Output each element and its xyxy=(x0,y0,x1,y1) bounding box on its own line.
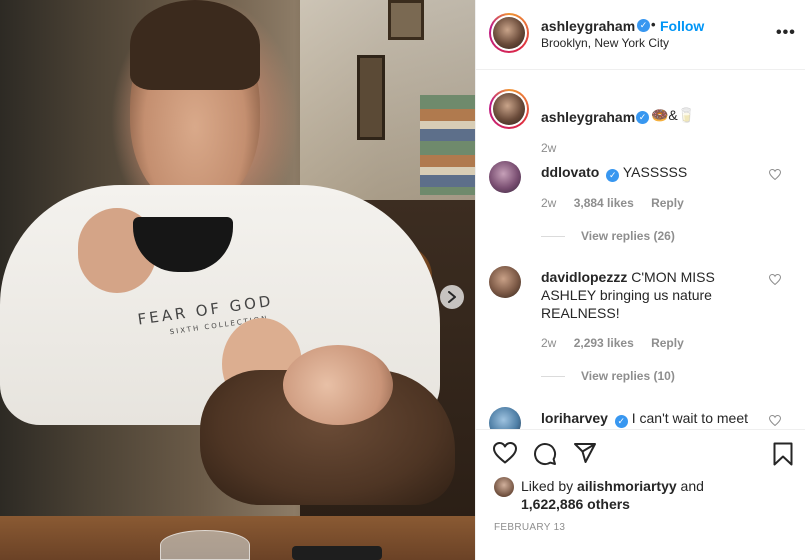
comment-username[interactable]: davidlopezzz xyxy=(541,269,627,285)
follow-button[interactable]: Follow xyxy=(660,18,704,34)
author-avatar[interactable] xyxy=(489,13,529,53)
heart-icon[interactable] xyxy=(769,169,781,180)
heart-icon[interactable] xyxy=(769,415,781,426)
comment-username[interactable]: ddlovato xyxy=(541,164,599,180)
comment-likes[interactable]: 3,884 likes xyxy=(574,196,634,210)
reply-button[interactable]: Reply xyxy=(651,196,684,210)
caption-avatar[interactable] xyxy=(489,89,529,129)
comment-meta: 2w 3,884 likes Reply xyxy=(541,196,698,210)
caption-username[interactable]: ashleygraham xyxy=(541,109,635,125)
view-replies-button[interactable]: View replies (26) xyxy=(541,229,675,243)
comment-body: ddlovato ✓ YASSSSS xyxy=(541,163,756,182)
more-options-button[interactable]: ••• xyxy=(776,24,796,42)
comment-icon[interactable] xyxy=(533,442,557,466)
verified-badge-icon: ✓ xyxy=(614,415,628,428)
view-replies-button[interactable]: View replies (10) xyxy=(541,369,675,383)
photo-person-hair xyxy=(130,0,260,90)
liker-avatar[interactable] xyxy=(494,477,514,497)
post-actions: Liked by ailishmoriartyy and 1,622,886 o… xyxy=(476,429,805,560)
comment-avatar[interactable] xyxy=(489,266,521,298)
comment-time: 2w xyxy=(541,336,557,350)
post-location[interactable]: Brooklyn, New York City xyxy=(541,36,669,50)
photo-frame xyxy=(357,55,385,140)
liked-by-text: Liked by ailishmoriartyy and 1,622,886 o… xyxy=(521,477,781,513)
comments-list[interactable]: ashleygraham ✓ 🍩&🥛 2w ddlovato ✓ YASSSSS… xyxy=(476,71,805,429)
post-sidebar: ashleygraham ✓ • Follow Brooklyn, New Yo… xyxy=(475,0,805,560)
next-photo-button[interactable] xyxy=(440,285,464,309)
bookmark-icon[interactable] xyxy=(773,442,793,466)
comment-username[interactable]: loriharvey xyxy=(541,410,608,426)
chevron-right-icon xyxy=(448,291,456,303)
replies-divider xyxy=(541,376,565,378)
comment-body: loriharvey ✓ I can't wait to meet xyxy=(541,409,771,428)
comment-avatar[interactable] xyxy=(489,407,521,429)
post-photo[interactable]: FEAR OF GOD SIXTH COLLECTION xyxy=(0,0,475,560)
comment-text: YASSSSS xyxy=(622,164,688,180)
heart-icon[interactable] xyxy=(493,442,517,464)
post-date[interactable]: FEBRUARY 13 xyxy=(494,522,565,533)
share-icon[interactable] xyxy=(573,442,597,464)
likes-count[interactable]: 1,622,886 others xyxy=(521,496,630,512)
view-replies-label: View replies (26) xyxy=(581,229,675,243)
reply-button[interactable]: Reply xyxy=(651,336,684,350)
post-header: ashleygraham ✓ • Follow Brooklyn, New Yo… xyxy=(476,0,805,70)
liked-by-prefix: Liked by xyxy=(521,478,574,494)
author-username[interactable]: ashleygraham xyxy=(541,18,635,34)
verified-badge-icon: ✓ xyxy=(637,19,650,32)
photo-books xyxy=(420,95,475,195)
liked-by-and: and xyxy=(680,478,704,494)
comment-avatar[interactable] xyxy=(489,161,521,193)
photo-frame xyxy=(388,0,424,40)
replies-divider xyxy=(541,236,565,238)
verified-badge-icon: ✓ xyxy=(636,111,649,124)
caption-text: 🍩&🥛 xyxy=(651,107,696,123)
heart-icon[interactable] xyxy=(769,274,781,285)
separator-dot: • xyxy=(651,17,656,32)
photo-baby-head xyxy=(283,345,393,425)
caption-time: 2w xyxy=(541,141,557,155)
comment-likes[interactable]: 2,293 likes xyxy=(574,336,634,350)
verified-badge-icon: ✓ xyxy=(606,169,620,182)
view-replies-label: View replies (10) xyxy=(581,369,675,383)
comment-meta: 2w 2,293 likes Reply xyxy=(541,336,698,350)
photo-glass xyxy=(160,530,250,560)
comment-time: 2w xyxy=(541,196,557,210)
liker-username[interactable]: ailishmoriartyy xyxy=(577,478,677,494)
comment-body: davidlopezzz C'MON MISS ASHLEY bringing … xyxy=(541,268,756,322)
comment-text: I can't wait to meet xyxy=(631,410,748,426)
photo-phone xyxy=(292,546,382,560)
